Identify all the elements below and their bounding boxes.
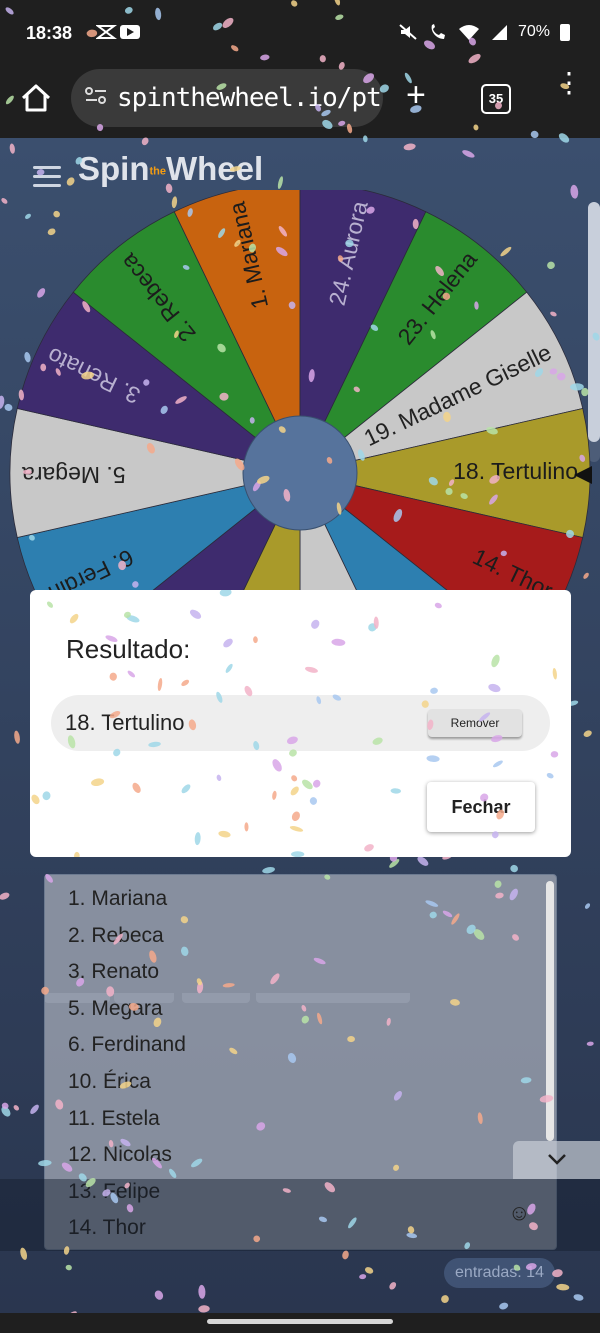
logo-text-wheel: Wheel [166,150,264,187]
entry-item: 3. Renato [68,960,160,984]
system-nav-bar [0,1313,600,1333]
collapse-button[interactable] [513,1141,600,1179]
home-icon[interactable] [18,80,54,116]
site-settings-icon[interactable] [85,87,107,105]
dialog-title: Resultado: [66,634,191,664]
entries-scrollbar[interactable] [546,881,554,1141]
wifi-call-icon [431,24,445,39]
wheel-hub[interactable] [242,415,358,531]
entry-item: 6. Ferdinand [68,1033,186,1057]
result-dialog: Resultado: 18. Tertulino Remover Fechar [30,590,571,857]
result-item: 18. Tertulino Remover [51,695,550,751]
remove-button[interactable]: Remover [428,709,522,737]
site-logo[interactable]: SpintheWheel [78,150,263,188]
more-options-icon[interactable]: ⋮ [555,69,583,97]
wheel-segment-label: 5. Megara [22,462,126,488]
entries-counter: entradas: 14 [444,1258,555,1288]
chevron-down-icon [547,1154,566,1165]
browser-toolbar: spinthewheel.io/pt + 35 ⋮ [0,66,600,138]
entry-item: 2. Rebeca [68,923,164,947]
entry-item: 12. Nicolas [68,1143,172,1167]
logo-text-the: the [149,165,167,178]
emoji-icon[interactable]: ☺ [508,1200,530,1226]
battery-percent: 70% [517,23,550,40]
notification-icons [95,23,142,46]
hamburger-menu-icon[interactable] [33,166,61,193]
entry-item: 10. Érica [68,1069,151,1093]
notification-icon [95,25,140,39]
close-button[interactable]: Fechar [427,782,535,832]
status-time: 18:38 [26,23,73,43]
url-bar[interactable]: spinthewheel.io/pt [71,69,383,127]
wheel-segment-label: 18. Tertulino [453,458,578,484]
status-right: 70% [398,23,570,41]
wifi-icon [458,25,479,40]
url-text: spinthewheel.io/pt [117,83,382,113]
result-text: 18. Tertulino [65,710,185,735]
signal-icon [491,25,507,40]
gesture-handle[interactable] [207,1319,393,1324]
mute-icon [399,24,417,40]
entry-item: 5. Megara [68,996,163,1020]
status-bar: 18:38 70% [0,0,600,66]
tab-switcher-button[interactable]: 35 [481,84,511,114]
entry-item: 11. Estela [68,1106,160,1130]
entry-item: 1. Mariana [68,887,168,910]
new-tab-button[interactable]: + [406,76,426,115]
logo-text-spin: Spin [78,150,150,187]
battery-icon [560,23,570,41]
